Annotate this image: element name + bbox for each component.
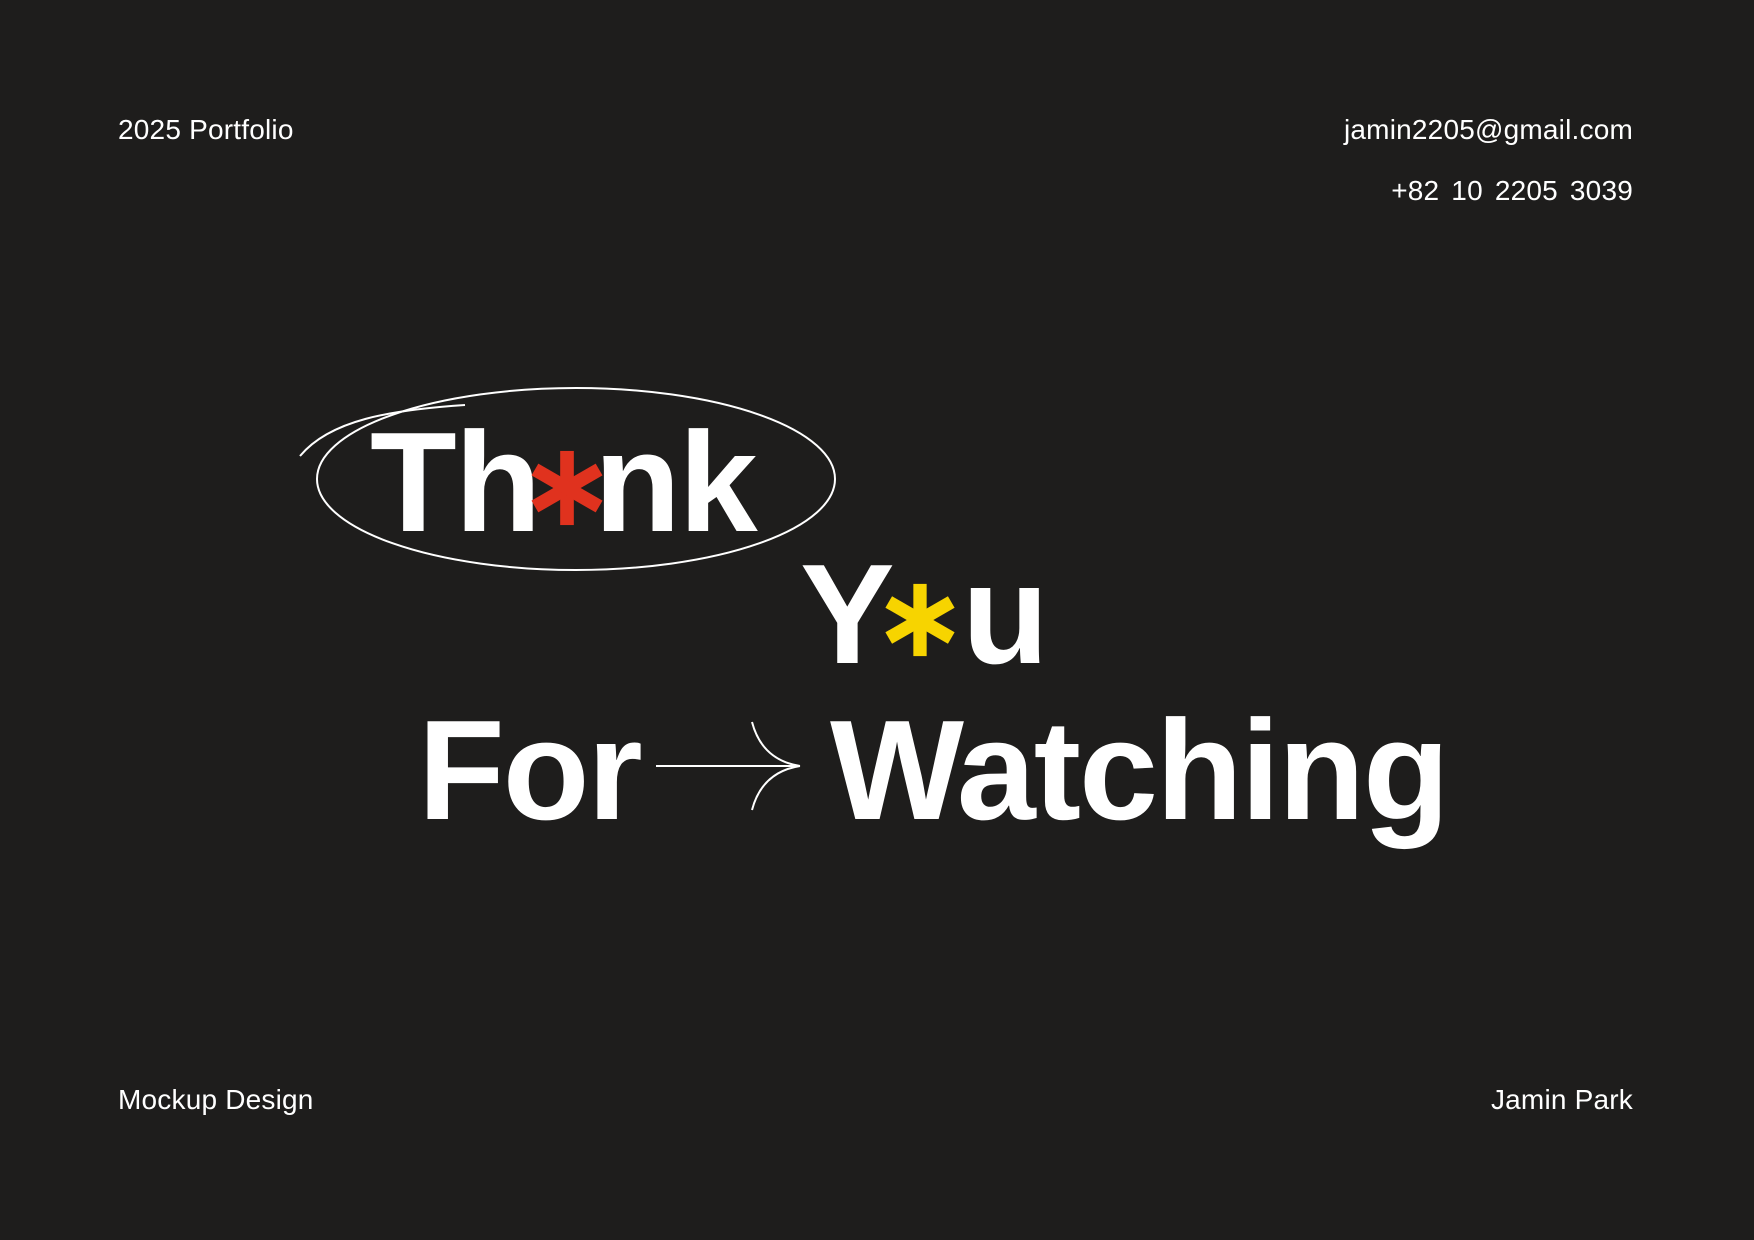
headline-line1-prefix: Th bbox=[370, 403, 541, 562]
headline-line2-prefix: Y bbox=[800, 535, 895, 694]
asterisk-icon bbox=[885, 583, 955, 657]
headline-line1-suffix: nk bbox=[594, 403, 758, 562]
category-label: Mockup Design bbox=[118, 1084, 314, 1115]
headline-line3-left: For bbox=[418, 691, 643, 850]
email-link[interactable]: jamin2205@gmail.com bbox=[1344, 116, 1633, 144]
headline-line2-suffix: u bbox=[962, 535, 1049, 694]
portfolio-label: 2025 Portfolio bbox=[118, 114, 294, 145]
author-name: Jamin Park bbox=[1490, 1084, 1633, 1115]
phone-number: +82 10 2205 3039 bbox=[1391, 175, 1633, 206]
headline-line3-right: Watching bbox=[830, 691, 1450, 850]
